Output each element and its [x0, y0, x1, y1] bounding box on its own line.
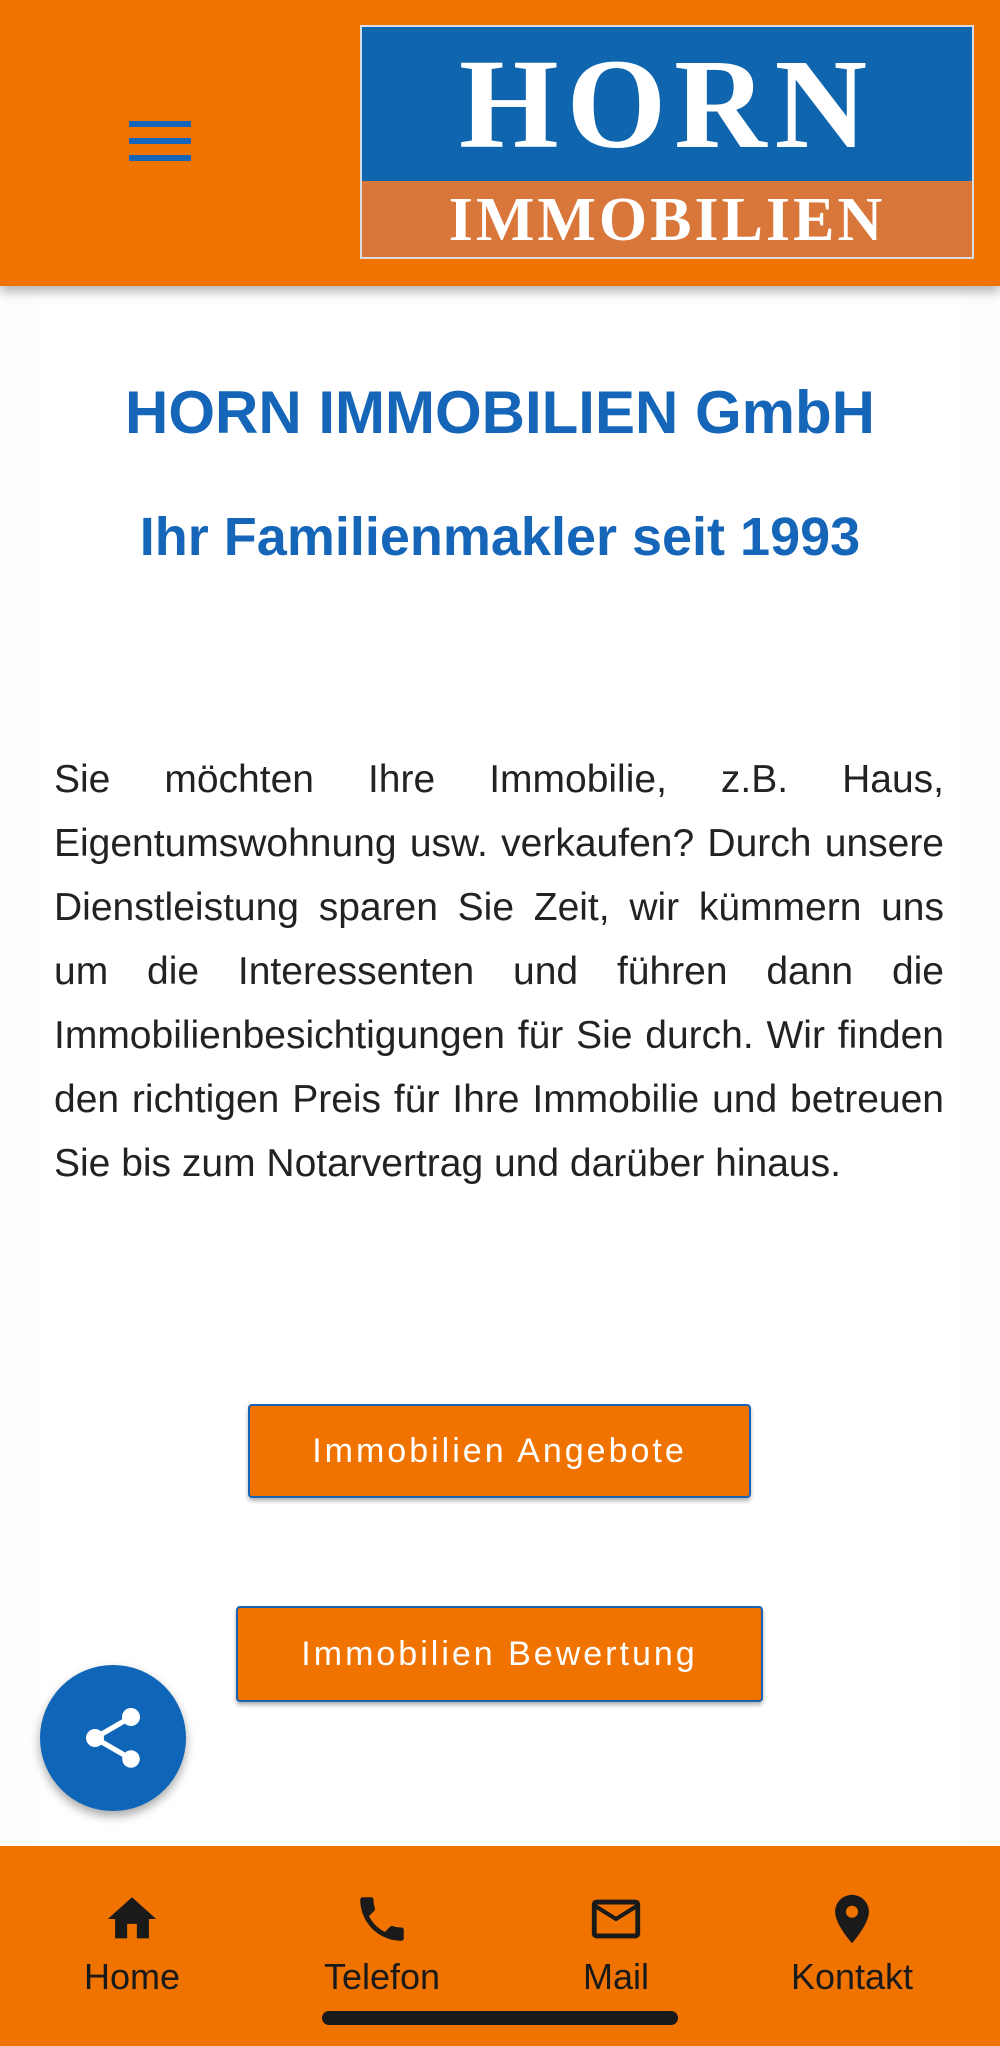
property-valuation-button[interactable]: Immobilien Bewertung [236, 1606, 763, 1702]
nav-label: Home [83, 1956, 181, 1997]
intro-paragraph: Sie möchten Ihre Immobilie, z.B. Haus, E… [54, 758, 944, 1185]
location-pin-icon [835, 1894, 869, 1944]
nav-item-home[interactable]: Home [22, 1846, 242, 2046]
menu-icon-bar [129, 138, 191, 144]
phone-icon [360, 1897, 404, 1941]
mail-icon [591, 1899, 641, 1939]
property-offers-button[interactable]: Immobilien Angebote [248, 1404, 751, 1498]
share-button[interactable] [40, 1665, 186, 1811]
logo-text-horn: HORN [459, 33, 875, 175]
logo-bottom-band: IMMOBILIEN [362, 181, 972, 257]
logo-top-band: HORN [362, 27, 972, 181]
page-subtitle: Ihr Familienmakler seit 1993 [139, 507, 861, 567]
page-title: HORN IMMOBILIEN GmbH [125, 379, 875, 446]
main-content: HORN IMMOBILIEN GmbH Ihr Familienmakler … [38, 286, 962, 1846]
home-icon [107, 1897, 157, 1939]
home-indicator[interactable] [322, 2011, 678, 2025]
menu-icon [129, 121, 191, 127]
menu-icon-bar [129, 155, 191, 161]
nav-label: Mail [582, 1956, 649, 1997]
share-icon [86, 1708, 140, 1768]
app-header: HORN IMMOBILIEN [0, 0, 1000, 286]
hamburger-menu-button[interactable] [120, 110, 200, 172]
company-logo[interactable]: HORN IMMOBILIEN [360, 25, 974, 259]
nav-label: Kontakt [790, 1956, 914, 1997]
logo-text-immobilien: IMMOBILIEN [448, 186, 886, 254]
app-screen: HORN IMMOBILIEN HORN IMMOBILIEN GmbH Ihr… [0, 0, 1000, 2046]
nav-item-kontakt[interactable]: Kontakt [742, 1846, 962, 2046]
nav-label: Telefon [323, 1956, 441, 1997]
